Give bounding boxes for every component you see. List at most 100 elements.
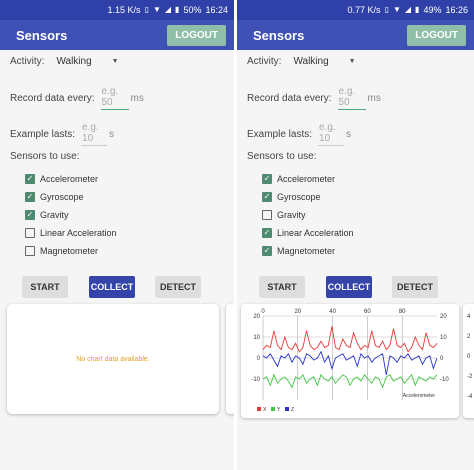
checkbox-gyroscope[interactable]: ✓	[262, 192, 272, 202]
right-screen: 0.77 K/s ▯ ▼ ◢ ▮ 49% 16:26 Sensors LOGOU…	[237, 0, 474, 470]
checkbox-magnetometer[interactable]	[25, 246, 35, 256]
wifi-icon: ▼	[392, 5, 401, 14]
network-speed: 1.15 K/s	[107, 5, 141, 15]
y-tick-label-right: 20	[440, 314, 447, 320]
accelerometer-chart[interactable]: 0 20 40 60 8020 2010 100 0-10 -10AccelerometerX Y…	[241, 304, 459, 418]
sensor-label: Accelerometer	[40, 174, 99, 184]
sensor-label: Gyroscope	[277, 192, 321, 202]
activity-label: Activity:	[10, 56, 45, 67]
checkbox-magnetometer[interactable]: ✓	[262, 246, 272, 256]
lasts-input[interactable]: e.g. 10	[81, 122, 108, 146]
battery-level: 50%	[183, 5, 202, 15]
record-row: Record data every: e.g. 50 ms	[247, 86, 381, 110]
dropdown-caret-icon[interactable]: ▼	[112, 58, 119, 65]
lasts-label: Example lasts:	[10, 128, 76, 140]
app-title: Sensors	[253, 27, 305, 43]
dropdown-caret-icon[interactable]: ▼	[349, 58, 356, 65]
start-button[interactable]: START	[259, 276, 305, 298]
network-speed: 0.77 K/s	[347, 5, 381, 15]
sensor-gyroscope[interactable]: ✓ Gyroscope	[262, 188, 354, 206]
y-tick-label: 20	[253, 314, 260, 320]
sensor-magnetometer[interactable]: ✓ Magnetometer	[262, 242, 354, 260]
lasts-row: Example lasts: e.g. 10 s	[10, 122, 114, 146]
lasts-input[interactable]: e.g. 10	[318, 122, 345, 146]
x-tick-label: 0	[261, 309, 265, 315]
app-title: Sensors	[16, 27, 68, 43]
sensor-label: Accelerometer	[277, 174, 336, 184]
peek-tick: 4	[467, 314, 471, 320]
chart-description: Accelerometer	[403, 393, 436, 399]
legend-label-z: Z	[291, 407, 294, 413]
checkbox-gyroscope[interactable]: ✓	[25, 192, 35, 202]
legend-swatch-y	[271, 407, 275, 411]
app-bar: Sensors LOGOUT	[0, 20, 234, 50]
checkbox-linear-acceleration[interactable]: ✓	[262, 228, 272, 238]
sensor-gravity[interactable]: Gravity	[262, 206, 354, 224]
y-tick-label-right: -10	[440, 377, 449, 383]
record-row: Record data every: e.g. 50 ms	[10, 86, 144, 110]
sensor-label: Gravity	[40, 210, 69, 220]
record-unit: ms	[367, 92, 381, 104]
checkbox-linear-acceleration[interactable]	[25, 228, 35, 238]
lasts-unit: s	[109, 128, 115, 140]
wifi-icon: ▼	[152, 5, 161, 14]
y-tick-label: -10	[251, 377, 260, 383]
lasts-unit: s	[346, 128, 352, 140]
sensors-title: Sensors to use:	[10, 151, 80, 162]
checkbox-accelerometer[interactable]: ✓	[25, 174, 35, 184]
left-screen: 1.15 K/s ▯ ▼ ◢ ▮ 50% 16:24 Sensors LOGOU…	[0, 0, 236, 470]
collect-button[interactable]: COLLECT	[89, 276, 135, 298]
battery-level: 49%	[423, 5, 442, 15]
record-label: Record data every:	[10, 92, 95, 104]
clock: 16:26	[445, 5, 468, 15]
sensor-accelerometer[interactable]: ✓ Accelerometer	[262, 170, 354, 188]
x-tick-label: 20	[294, 309, 301, 315]
sensor-list: ✓ Accelerometer ✓ Gyroscope Gravity ✓ Li…	[262, 170, 354, 260]
activity-label: Activity:	[247, 56, 282, 67]
battery-icon: ▮	[175, 5, 180, 14]
activity-dropdown[interactable]: Walking	[56, 56, 91, 67]
series-line-z	[262, 350, 438, 375]
peek-tick: 2	[467, 334, 471, 340]
checkbox-gravity[interactable]: ✓	[25, 210, 35, 220]
sensor-accelerometer[interactable]: ✓ Accelerometer	[25, 170, 117, 188]
activity-dropdown[interactable]: Walking	[293, 56, 328, 67]
peek-tick: 0	[467, 354, 471, 360]
record-interval-input[interactable]: e.g. 50	[337, 86, 366, 110]
lasts-label: Example lasts:	[247, 128, 313, 140]
legend-swatch-x	[257, 407, 261, 411]
sensor-gravity[interactable]: ✓ Gravity	[25, 206, 117, 224]
sensor-linear-acceleration[interactable]: Linear Acceleration	[25, 224, 117, 242]
sensor-linear-acceleration[interactable]: ✓ Linear Acceleration	[262, 224, 354, 242]
signal-icon: ◢	[164, 5, 172, 14]
lasts-row: Example lasts: e.g. 10 s	[247, 122, 351, 146]
sensor-magnetometer[interactable]: Magnetometer	[25, 242, 117, 260]
sensor-label: Gyroscope	[40, 192, 84, 202]
detect-button[interactable]: DETECT	[392, 276, 438, 298]
sensor-label: Linear Acceleration	[277, 228, 354, 238]
legend-label-x: X	[263, 407, 267, 413]
clock: 16:24	[205, 5, 228, 15]
sensor-label: Linear Acceleration	[40, 228, 117, 238]
y-tick-label: 0	[257, 356, 261, 362]
vibrate-icon: ▯	[144, 5, 149, 14]
checkbox-accelerometer[interactable]: ✓	[262, 174, 272, 184]
signal-icon: ◢	[404, 5, 412, 14]
x-tick-label: 60	[364, 309, 371, 315]
checkbox-gravity[interactable]	[262, 210, 272, 220]
status-bar: 1.15 K/s ▯ ▼ ◢ ▮ 50% 16:24	[0, 0, 234, 20]
collect-button[interactable]: COLLECT	[326, 276, 372, 298]
logout-button[interactable]: LOGOUT	[407, 24, 466, 46]
next-chart-card[interactable]: 4 2 0 -2 -4	[463, 304, 474, 418]
series-line-y	[262, 373, 438, 389]
next-chart-card[interactable]	[226, 304, 234, 414]
legend-swatch-z	[285, 407, 289, 411]
record-interval-input[interactable]: e.g. 50	[100, 86, 129, 110]
detect-button[interactable]: DETECT	[155, 276, 201, 298]
accelerometer-chart-card[interactable]: 0 20 40 60 80 20 20 10 10 0 0 -10 -10 Accelerometer X Y…	[241, 304, 459, 418]
logout-button[interactable]: LOGOUT	[167, 24, 226, 46]
sensors-title: Sensors to use:	[247, 151, 317, 162]
y-tick-label-right: 0	[440, 356, 444, 362]
sensor-gyroscope[interactable]: ✓ Gyroscope	[25, 188, 117, 206]
start-button[interactable]: START	[22, 276, 68, 298]
